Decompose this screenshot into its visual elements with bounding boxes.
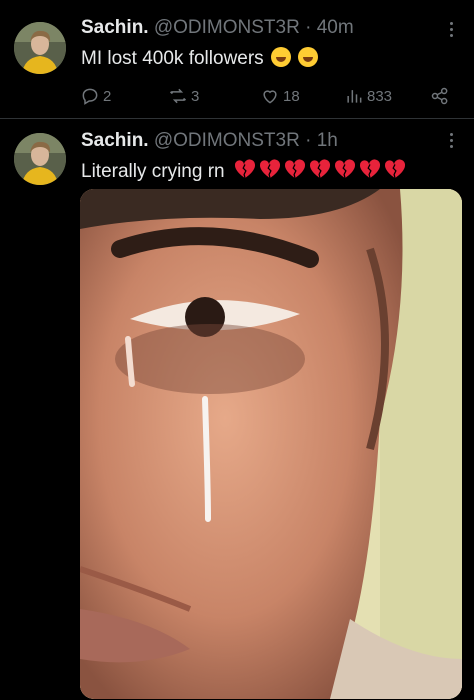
timestamp[interactable]: 1h bbox=[317, 130, 338, 151]
broken-heart-icon bbox=[309, 159, 330, 179]
tweet-body: Literally crying rn bbox=[81, 161, 225, 182]
retweet-button[interactable]: 3 bbox=[168, 86, 199, 106]
tweet-body: MI lost 400k followers bbox=[81, 48, 264, 69]
tweet-actions: 2 3 18 833 bbox=[80, 86, 460, 108]
tweet[interactable]: Sachin. @ODIMONST3R · 40m MI lost 400k f… bbox=[0, 0, 474, 119]
broken-hearts bbox=[234, 159, 409, 185]
timestamp[interactable]: 40m bbox=[317, 17, 354, 38]
retweet-count: 3 bbox=[191, 87, 200, 105]
tweet-header: Sachin. @ODIMONST3R · 1h bbox=[81, 130, 338, 152]
more-options-icon[interactable] bbox=[450, 133, 454, 151]
like-count: 18 bbox=[283, 87, 300, 105]
retweet-icon bbox=[169, 88, 187, 104]
avatar[interactable] bbox=[14, 133, 66, 185]
user-handle[interactable]: @ODIMONST3R bbox=[154, 130, 300, 151]
display-name[interactable]: Sachin. bbox=[81, 130, 149, 151]
bar-chart-icon bbox=[347, 90, 362, 103]
reply-button[interactable]: 2 bbox=[80, 86, 111, 106]
broken-heart-icon bbox=[259, 159, 280, 179]
separator-dot: · bbox=[305, 130, 312, 151]
separator-dot: · bbox=[305, 17, 312, 38]
tweet[interactable]: Sachin. @ODIMONST3R · 1h Literally cryin… bbox=[0, 119, 474, 700]
broken-heart-icon bbox=[284, 159, 305, 179]
broken-heart-icon bbox=[384, 159, 405, 179]
display-name[interactable]: Sachin. bbox=[81, 17, 149, 38]
more-options-icon[interactable] bbox=[450, 22, 454, 40]
tweet-header: Sachin. @ODIMONST3R · 40m bbox=[81, 17, 354, 39]
views-button[interactable]: 833 bbox=[344, 86, 392, 106]
avatar[interactable] bbox=[14, 22, 66, 74]
tweet-text: Literally crying rn bbox=[81, 159, 409, 185]
views-count: 833 bbox=[367, 87, 393, 105]
laughing-emoji-icon bbox=[270, 47, 291, 67]
laughing-emoji-icon bbox=[298, 47, 319, 67]
share-icon bbox=[431, 87, 448, 105]
broken-heart-icon bbox=[359, 159, 380, 179]
reply-icon bbox=[82, 88, 98, 105]
user-handle[interactable]: @ODIMONST3R bbox=[154, 17, 300, 38]
broken-heart-icon bbox=[234, 159, 255, 179]
broken-heart-icon bbox=[334, 159, 355, 179]
tweet-text: MI lost 400k followers bbox=[81, 47, 319, 70]
tweet-photo[interactable] bbox=[80, 189, 462, 699]
share-button[interactable] bbox=[430, 86, 450, 106]
heart-icon bbox=[263, 90, 277, 104]
like-button[interactable]: 18 bbox=[260, 86, 300, 106]
reply-count: 2 bbox=[103, 87, 112, 105]
